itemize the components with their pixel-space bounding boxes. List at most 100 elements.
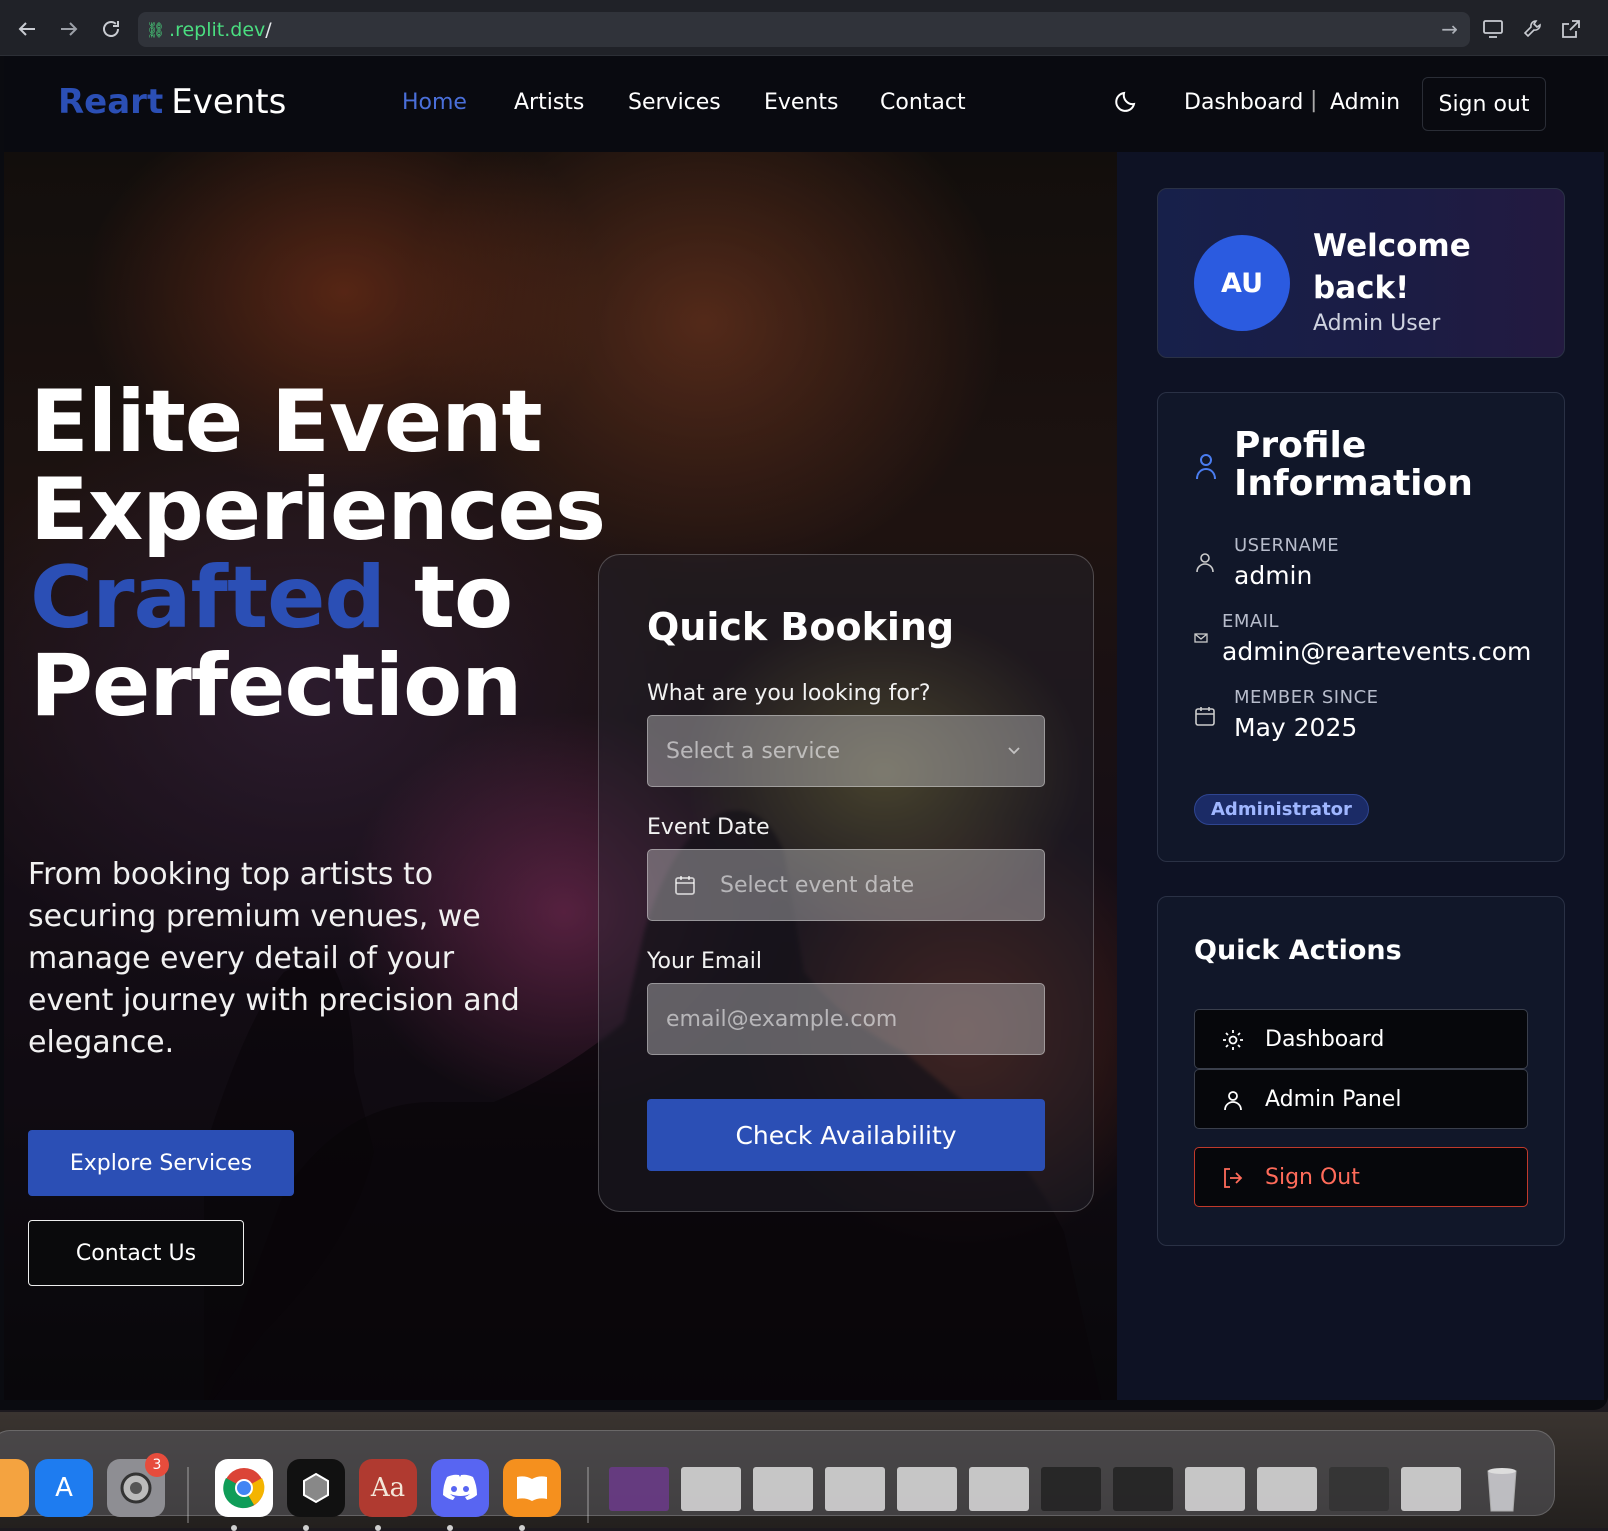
nav-link-home[interactable]: Home [402,90,467,115]
top-nav: Reart Events Home Artists Services Events… [4,56,1604,152]
check-availability-button[interactable]: Check Availability [647,1099,1045,1171]
quick-action-dashboard-label: Dashboard [1265,1026,1385,1052]
hero-title-line1: Elite Event [30,372,543,472]
trash-icon[interactable] [1473,1459,1531,1517]
wrench-icon[interactable] [1518,14,1548,44]
email-value: admin@reartevents.com [1222,637,1532,666]
hero-title-line2: Experiences [30,460,606,560]
go-arrow-icon[interactable]: → [1441,17,1458,41]
user-icon [1224,1091,1242,1111]
app-store-icon[interactable]: A [35,1459,93,1517]
welcome-user-name: Admin User [1313,311,1441,336]
nav-signout-button[interactable]: Sign out [1422,77,1546,131]
logout-icon [1224,1168,1243,1188]
browser-window: ⛓ .replit.dev / → Reart Events Home Artis… [0,0,1608,1410]
quick-actions-card: Quick Actions Dashboard Admin Panel Sign… [1157,896,1565,1246]
email-label: Your Email [647,949,762,974]
nav-link-services[interactable]: Services [628,90,721,115]
cube-app-icon[interactable] [287,1459,345,1517]
calendar-icon [675,876,695,895]
member-since-label: MEMBER SINCE [1234,687,1379,708]
hero-lead-text: From booking top artists to securing pre… [28,857,520,1060]
macos-dock: A 3 Aa [0,1430,1555,1531]
nav-dashboard-link[interactable]: Dashboard [1184,90,1303,115]
hero-title-line4: Perfection [30,636,522,736]
window-thumbnail[interactable] [897,1467,957,1511]
cast-icon[interactable] [1478,14,1508,44]
user-icon [1196,454,1216,480]
quick-booking-title: Quick Booking [647,605,955,649]
quick-actions-title: Quick Actions [1194,935,1402,966]
logo-secondary: Events [171,82,287,122]
window-thumbnail[interactable] [1401,1467,1461,1511]
window-thumbnail[interactable] [969,1467,1029,1511]
url-bar[interactable]: ⛓ .replit.dev / → [138,12,1470,47]
hero-section: Elite Event Experiences Crafted to Perfe… [4,152,1117,1400]
hero-title-line3-rest: to [413,548,513,648]
welcome-card: AU Welcome back! Admin User [1157,188,1565,358]
window-thumbnail[interactable] [1329,1467,1389,1511]
notification-badge: 3 [145,1453,169,1477]
chevron-down-icon [1008,747,1020,755]
quick-booking-card: Quick Booking What are you looking for? … [598,554,1094,1212]
email-label: EMAIL [1222,611,1280,632]
external-link-icon[interactable] [1556,14,1586,44]
dock-divider [587,1467,589,1523]
hero-title-line3: Crafted to [30,554,605,642]
web-page: Reart Events Home Artists Services Events… [4,56,1604,1400]
notes-app-icon[interactable] [0,1459,29,1517]
quick-action-admin-panel-button[interactable]: Admin Panel [1194,1069,1528,1129]
hero-title: Elite Event Experiences Crafted to Perfe… [30,372,606,736]
running-indicator [519,1525,525,1531]
running-indicator [447,1525,453,1531]
logo-primary: Reart [58,82,164,122]
username-label: USERNAME [1234,535,1340,556]
user-sidebar: AU Welcome back! Admin User Profile Info… [1117,152,1604,1400]
nav-link-artists[interactable]: Artists [514,90,584,115]
contact-us-button[interactable]: Contact Us [28,1220,244,1286]
back-icon[interactable] [12,14,42,44]
avatar: AU [1194,235,1290,331]
event-date-label: Event Date [647,815,770,840]
books-icon[interactable] [503,1459,561,1517]
window-thumbnail[interactable] [1041,1467,1101,1511]
quick-action-sign-out-label: Sign Out [1265,1164,1360,1190]
chrome-icon[interactable] [215,1459,273,1517]
theme-toggle-moon-icon[interactable] [1114,88,1144,118]
site-logo[interactable]: Reart Events [58,82,286,122]
profile-card: Profile Information USERNAME admin EMAIL… [1157,392,1565,862]
window-thumbnail[interactable] [1257,1467,1317,1511]
nav-link-events[interactable]: Events [764,90,839,115]
event-date-input[interactable]: Select event date [647,849,1045,921]
role-badge: Administrator [1194,794,1369,825]
calendar-icon [1195,707,1215,726]
link-icon: ⛓ [146,20,166,39]
quick-action-dashboard-button[interactable]: Dashboard [1194,1009,1528,1069]
nav-separator: | [1310,88,1318,113]
forward-icon[interactable] [54,14,84,44]
window-thumbnail[interactable] [753,1467,813,1511]
window-thumbnail[interactable] [609,1467,669,1511]
quick-action-admin-panel-label: Admin Panel [1265,1086,1402,1112]
quick-action-sign-out-button[interactable]: Sign Out [1194,1147,1528,1207]
window-thumbnail[interactable] [1113,1467,1173,1511]
username-value: admin [1234,561,1313,590]
reload-icon[interactable] [96,14,126,44]
profile-title: Profile Information [1234,425,1473,504]
running-indicator [375,1525,381,1531]
nav-link-contact[interactable]: Contact [880,90,966,115]
dictionary-icon[interactable]: Aa [359,1459,417,1517]
window-thumbnail[interactable] [825,1467,885,1511]
window-thumbnail[interactable] [681,1467,741,1511]
discord-icon[interactable] [431,1459,489,1517]
nav-admin-link[interactable]: Admin [1330,90,1400,115]
explore-services-button[interactable]: Explore Services [28,1130,294,1196]
running-indicator [303,1525,309,1531]
system-settings-icon[interactable]: 3 [107,1453,169,1517]
email-input[interactable]: email@example.com [647,983,1045,1055]
service-select[interactable]: Select a service [647,715,1045,787]
welcome-heading: Welcome back! [1313,228,1471,306]
url-path: / [265,18,272,41]
window-thumbnail[interactable] [1185,1467,1245,1511]
dock-divider [187,1467,189,1523]
